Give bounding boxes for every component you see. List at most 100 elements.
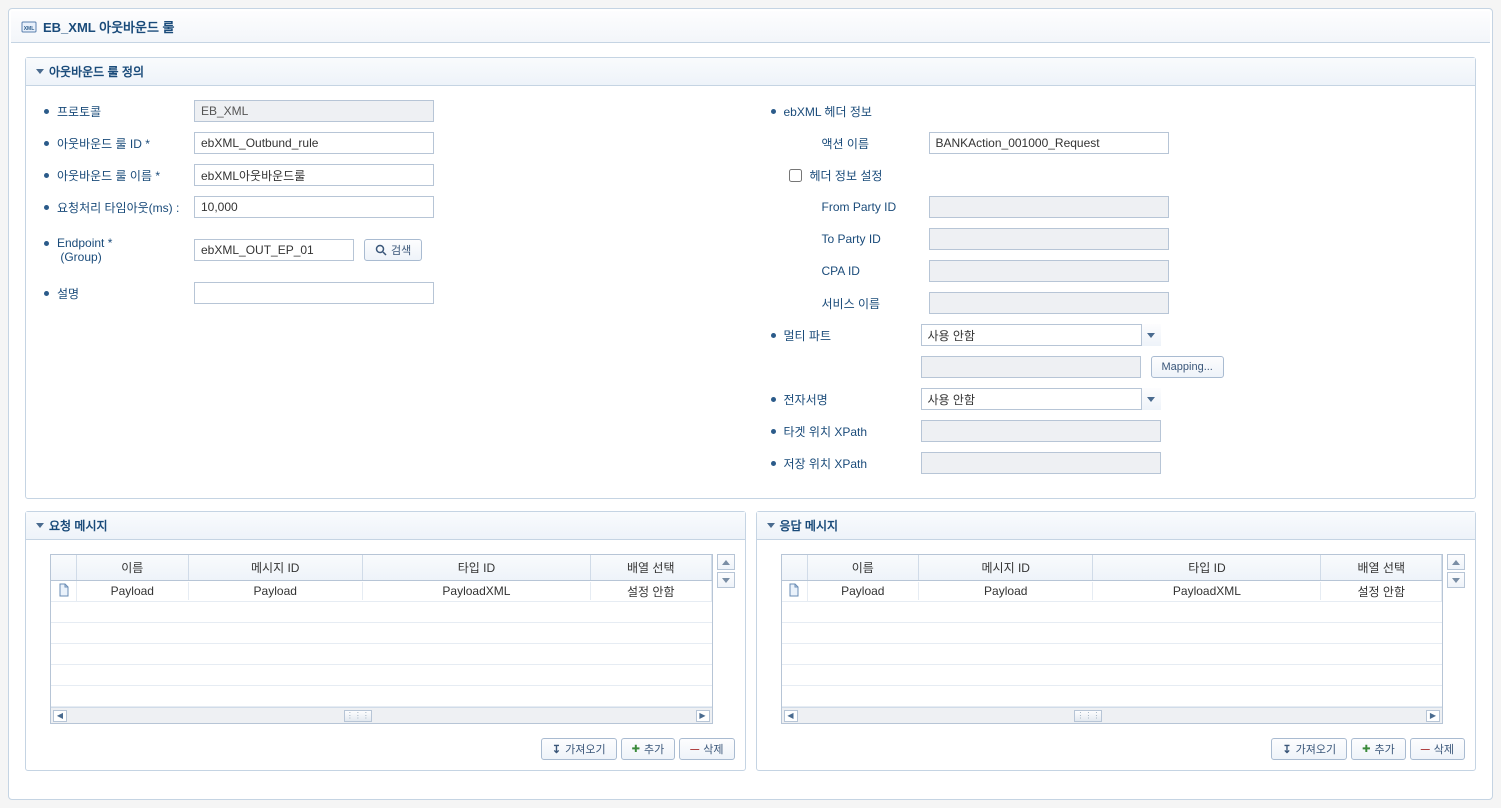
table-row-empty	[782, 665, 1443, 686]
delete-button[interactable]: 삭제	[679, 738, 734, 760]
scroll-thumb[interactable]: ⋮⋮⋮	[1074, 710, 1102, 722]
horizontal-scrollbar[interactable]: ◀ ⋮⋮⋮ ▶	[51, 707, 712, 723]
input-endpoint[interactable]	[194, 239, 354, 261]
import-button[interactable]: 가져오기	[541, 738, 617, 760]
header-deploy[interactable]: 배열 선택	[1321, 555, 1442, 580]
section-title-request: 요청 메시지	[49, 517, 108, 534]
response-toolbar: 가져오기 추가 삭제	[757, 730, 1476, 770]
header-name[interactable]: 이름	[77, 555, 189, 580]
table-row[interactable]: Payload Payload PayloadXML 설정 안함	[782, 581, 1443, 602]
table-row-empty	[51, 686, 712, 707]
header-typeid[interactable]: 타입 ID	[363, 555, 591, 580]
input-rule-id[interactable]	[194, 132, 434, 154]
cell-typeid: PayloadXML	[363, 582, 591, 600]
delete-label: 삭제	[703, 741, 723, 757]
import-button[interactable]: 가져오기	[1271, 738, 1347, 760]
select-signature[interactable]	[921, 388, 1161, 410]
mapping-button-label: Mapping...	[1162, 361, 1213, 373]
checkbox-header-cfg[interactable]	[789, 169, 802, 182]
label-endpoint-line2: (Group)	[60, 250, 101, 264]
move-up-button[interactable]	[717, 554, 735, 570]
move-up-button[interactable]	[1447, 554, 1465, 570]
move-down-button[interactable]	[717, 572, 735, 588]
label-cpa-id: CPA ID	[822, 264, 860, 278]
label-endpoint-line1: Endpoint *	[57, 236, 112, 250]
input-target-xpath	[921, 420, 1161, 442]
input-from-party	[929, 196, 1169, 218]
document-icon	[782, 581, 808, 602]
input-rule-name[interactable]	[194, 164, 434, 186]
bullet-icon	[771, 461, 776, 466]
header-name[interactable]: 이름	[808, 555, 920, 580]
header-deploy[interactable]: 배열 선택	[591, 555, 712, 580]
input-action-name[interactable]	[929, 132, 1169, 154]
header-typeid[interactable]: 타입 ID	[1093, 555, 1321, 580]
label-action-name: 액션 이름	[822, 135, 870, 152]
search-endpoint-button[interactable]: 검색	[364, 239, 422, 261]
select-multipart-value[interactable]	[921, 324, 1161, 346]
label-to-party: To Party ID	[822, 232, 881, 246]
chevron-down-icon[interactable]	[1141, 324, 1161, 346]
table-row-empty	[782, 623, 1443, 644]
label-rule-id: 아웃바운드 룰 ID *	[57, 135, 150, 152]
select-signature-value[interactable]	[921, 388, 1161, 410]
bullet-icon	[44, 109, 49, 114]
bullet-icon	[44, 205, 49, 210]
minus-icon	[1421, 743, 1430, 755]
table-row-empty	[51, 644, 712, 665]
scroll-right-icon[interactable]: ▶	[696, 710, 710, 722]
cell-name: Payload	[77, 582, 189, 600]
section-header-def[interactable]: 아웃바운드 룰 정의	[26, 58, 1475, 86]
caret-down-icon	[36, 69, 44, 74]
import-icon	[1282, 743, 1291, 756]
minus-icon	[690, 743, 699, 755]
label-header-cfg: 헤더 정보 설정	[810, 167, 883, 184]
chevron-down-icon[interactable]	[1141, 388, 1161, 410]
bullet-icon	[771, 333, 776, 338]
caret-down-icon	[36, 523, 44, 528]
move-down-button[interactable]	[1447, 572, 1465, 588]
header-msgid[interactable]: 메시지 ID	[189, 555, 363, 580]
add-button[interactable]: 추가	[621, 738, 676, 760]
input-save-xpath	[921, 452, 1161, 474]
horizontal-scrollbar[interactable]: ◀ ⋮⋮⋮ ▶	[782, 707, 1443, 723]
section-response-message: 응답 메시지 이름 메시지 ID 타입 ID 배열 선택	[756, 511, 1477, 771]
plus-icon	[1362, 743, 1370, 755]
content-area: 아웃바운드 룰 정의 프로토콜 아웃바운드 룰 ID *	[11, 43, 1490, 797]
label-rule-name: 아웃바운드 룰 이름 *	[57, 167, 160, 184]
scroll-thumb[interactable]: ⋮⋮⋮	[344, 710, 372, 722]
section-header-request[interactable]: 요청 메시지	[26, 512, 745, 540]
bullet-icon	[44, 241, 49, 246]
import-icon	[552, 743, 561, 756]
select-multipart[interactable]	[921, 324, 1161, 346]
scroll-left-icon[interactable]: ◀	[53, 710, 67, 722]
search-button-label: 검색	[391, 242, 411, 258]
table-row-empty	[782, 644, 1443, 665]
cell-msgid: Payload	[919, 582, 1093, 600]
header-msgid[interactable]: 메시지 ID	[919, 555, 1093, 580]
label-save-xpath: 저장 위치 XPath	[784, 455, 868, 472]
response-table: 이름 메시지 ID 타입 ID 배열 선택 Payload Pa	[781, 554, 1444, 724]
bullet-icon	[44, 141, 49, 146]
input-timeout[interactable]	[194, 196, 434, 218]
table-row-empty	[782, 686, 1443, 707]
def-left-col: 프로토콜 아웃바운드 룰 ID * 아웃바운드 룰 이름 * 요청처리	[44, 100, 731, 484]
table-row-empty	[51, 602, 712, 623]
add-button[interactable]: 추가	[1351, 738, 1406, 760]
request-table: 이름 메시지 ID 타입 ID 배열 선택 Payload Pa	[50, 554, 713, 724]
table-row[interactable]: Payload Payload PayloadXML 설정 안함	[51, 581, 712, 602]
section-outbound-rule-def: 아웃바운드 룰 정의 프로토콜 아웃바운드 룰 ID *	[25, 57, 1476, 499]
mapping-button[interactable]: Mapping...	[1151, 356, 1224, 378]
section-header-response[interactable]: 응답 메시지	[757, 512, 1476, 540]
label-from-party: From Party ID	[822, 200, 897, 214]
cell-deploy: 설정 안함	[1321, 581, 1442, 602]
input-protocol	[194, 100, 434, 122]
plus-icon	[632, 743, 640, 755]
request-table-body: Payload Payload PayloadXML 설정 안함	[51, 581, 712, 707]
delete-button[interactable]: 삭제	[1410, 738, 1465, 760]
scroll-right-icon[interactable]: ▶	[1426, 710, 1440, 722]
section-title-response: 응답 메시지	[780, 517, 839, 534]
header-icon-col	[51, 555, 77, 580]
scroll-left-icon[interactable]: ◀	[784, 710, 798, 722]
input-desc[interactable]	[194, 282, 434, 304]
